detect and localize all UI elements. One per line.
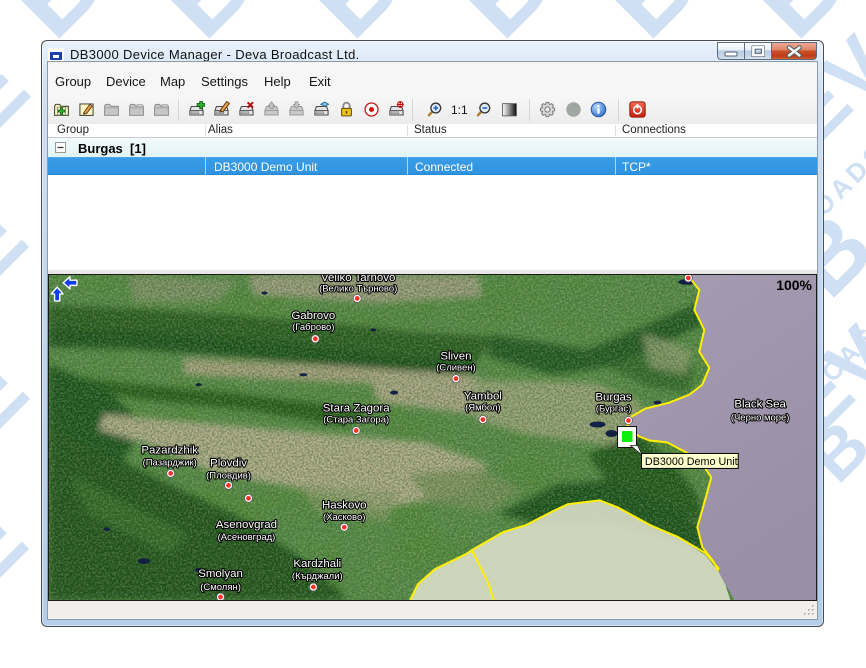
svg-text:(Сливен): (Сливен) xyxy=(436,363,475,374)
svg-text:(Стара Загора): (Стара Загора) xyxy=(323,415,389,426)
svg-text:DB3000 Demo Unit: DB3000 Demo Unit xyxy=(645,456,738,468)
svg-text:(Велико Търново): (Велико Търново) xyxy=(319,283,397,294)
svg-text:(Пловдив): (Пловдив) xyxy=(206,470,251,481)
svg-text:(Хасково): (Хасково) xyxy=(323,512,365,523)
svg-text:Haskovo: Haskovo xyxy=(322,499,367,511)
svg-text:E: E xyxy=(0,186,46,302)
svg-text:(Габрово): (Габрово) xyxy=(292,322,334,333)
svg-text:Pazardzhik: Pazardzhik xyxy=(141,444,198,456)
svg-text:(Черно море): (Черно море) xyxy=(731,413,790,424)
svg-text:(Асеновград): (Асеновград) xyxy=(218,532,276,543)
svg-text:(Кърджали): (Кърджали) xyxy=(292,571,343,582)
svg-text:Sliven: Sliven xyxy=(440,351,471,363)
svg-text:(Ямбол): (Ямбол) xyxy=(465,403,501,414)
svg-text:(Пазарджик): (Пазарджик) xyxy=(143,457,197,468)
svg-text:Stara Zagora: Stara Zagora xyxy=(323,403,390,415)
svg-text:(Бургас): (Бургас) xyxy=(596,404,631,415)
svg-text:Asenovgrad: Asenovgrad xyxy=(216,519,277,531)
svg-text:(Смолян): (Смолян) xyxy=(200,582,241,593)
svg-text:Gabrovo: Gabrovo xyxy=(291,310,335,322)
svg-text:Kardzhali: Kardzhali xyxy=(293,558,341,570)
svg-text:100%: 100% xyxy=(776,277,812,293)
svg-text:Plovdiv: Plovdiv xyxy=(210,457,247,469)
svg-text:Yambol: Yambol xyxy=(464,391,502,403)
svg-text:Smolyan: Smolyan xyxy=(198,568,243,580)
svg-text:Burgas: Burgas xyxy=(595,392,632,404)
svg-text:Black Sea: Black Sea xyxy=(734,399,786,411)
svg-text:E: E xyxy=(0,338,47,454)
svg-text:E: E xyxy=(0,488,46,604)
